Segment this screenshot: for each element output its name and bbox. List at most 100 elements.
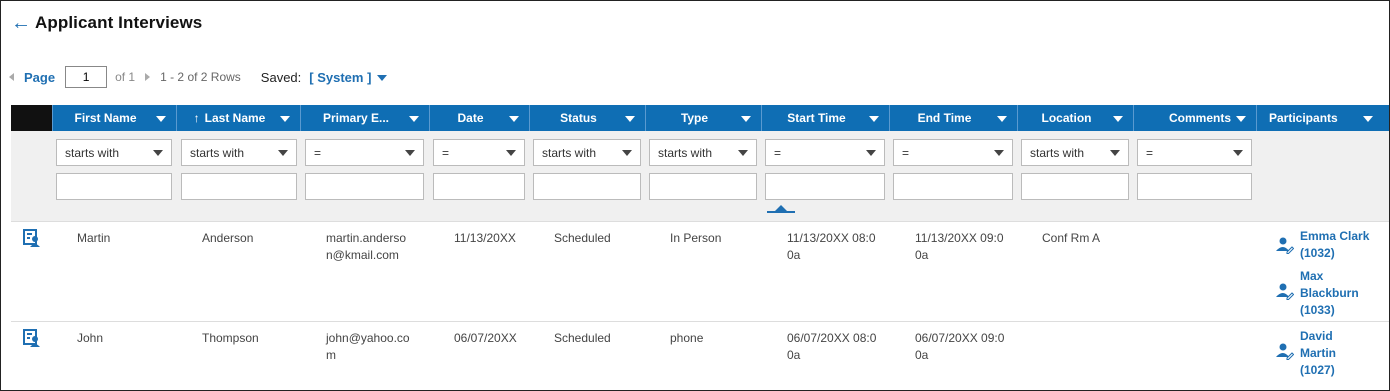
grid-header-row: First Name ↑ Last Name Primary E... Date …: [11, 105, 1389, 131]
type-filter-input[interactable]: [649, 173, 757, 200]
cell-location: Conf Rm A: [1042, 231, 1101, 245]
filter-operator-label: =: [774, 145, 782, 160]
cell-last-name: Thompson: [202, 331, 259, 345]
start-time-filter-input[interactable]: [765, 173, 885, 200]
column-menu-icon[interactable]: [156, 116, 166, 122]
comments-filter-input[interactable]: [1137, 173, 1252, 200]
page-label: Page: [24, 69, 56, 85]
column-header-label: Primary E...: [322, 111, 390, 125]
status-filter-input[interactable]: [533, 173, 641, 200]
email-line: m: [326, 348, 336, 362]
column-header-type[interactable]: Type: [645, 105, 761, 131]
column-menu-icon[interactable]: [280, 116, 290, 122]
last-name-filter-input[interactable]: [181, 173, 297, 200]
column-header-primary-email[interactable]: Primary E...: [300, 105, 429, 131]
person-view-icon[interactable]: [23, 329, 41, 347]
column-menu-icon[interactable]: [741, 116, 751, 122]
column-header-location[interactable]: Location: [1017, 105, 1133, 131]
status-filter-operator[interactable]: starts with: [533, 139, 641, 166]
person-view-icon[interactable]: [23, 229, 41, 247]
column-header-label: First Name: [74, 111, 137, 125]
column-header-label: Participants: [1269, 111, 1338, 125]
page-number-input[interactable]: [65, 66, 108, 88]
participant-link[interactable]: David Martin (1027): [1300, 328, 1380, 379]
time-line: 0a: [915, 348, 929, 362]
time-line: 06/07/20XX 08:0: [787, 331, 877, 345]
cell-start-time: 06/07/20XX 08:0 0a: [787, 330, 876, 364]
column-header-label: Last Name: [204, 111, 266, 125]
start-time-filter-operator[interactable]: =: [765, 139, 885, 166]
column-menu-icon[interactable]: [1236, 116, 1246, 122]
column-menu-icon[interactable]: [509, 116, 519, 122]
column-header-comments[interactable]: Comments: [1133, 105, 1256, 131]
previous-page-icon[interactable]: [9, 73, 14, 81]
column-header-label: Start Time: [787, 111, 846, 125]
person-edit-icon: [1276, 237, 1294, 254]
location-filter-operator[interactable]: starts with: [1021, 139, 1129, 166]
participant-line: Martin: [1300, 346, 1336, 360]
column-header-start-time[interactable]: Start Time: [761, 105, 889, 131]
participant-item[interactable]: David Martin (1027): [1276, 328, 1380, 379]
time-line: 11/13/20XX 09:0: [915, 231, 1004, 245]
participant-line: Blackburn: [1300, 286, 1359, 300]
saved-view-label: Saved:: [260, 69, 302, 85]
cell-end-time: 11/13/20XX 09:0 0a: [915, 230, 1004, 264]
participant-line: Max: [1300, 269, 1324, 283]
chevron-down-icon: [1233, 150, 1243, 156]
column-header-end-time[interactable]: End Time: [889, 105, 1017, 131]
last-name-filter-operator[interactable]: starts with: [181, 139, 297, 166]
time-line: 11/13/20XX 08:0: [787, 231, 876, 245]
column-header-status[interactable]: Status: [529, 105, 645, 131]
cell-primary-email: john@yahoo.co m: [326, 330, 410, 364]
cell-date: 06/07/20XX: [454, 331, 517, 345]
column-menu-icon[interactable]: [997, 116, 1007, 122]
location-filter-input[interactable]: [1021, 173, 1129, 200]
participant-line: Emma Clark: [1300, 229, 1370, 243]
column-menu-icon[interactable]: [1113, 116, 1123, 122]
column-header-label: Location: [1041, 111, 1092, 125]
cell-date: 11/13/20XX: [454, 231, 516, 245]
end-time-filter-operator[interactable]: =: [893, 139, 1013, 166]
next-page-icon[interactable]: [145, 73, 151, 81]
cell-type: phone: [670, 331, 704, 345]
column-menu-icon[interactable]: [869, 116, 879, 122]
participant-link[interactable]: Emma Clark (1032): [1300, 228, 1380, 262]
chevron-down-icon: [622, 150, 632, 156]
type-filter-operator[interactable]: starts with: [649, 139, 757, 166]
chevron-down-icon: [405, 150, 415, 156]
first-name-filter-input[interactable]: [56, 173, 172, 200]
participant-link[interactable]: Max Blackburn (1033): [1300, 268, 1380, 319]
date-filter-input[interactable]: [433, 173, 525, 200]
cell-end-time: 06/07/20XX 09:0 0a: [915, 330, 1004, 364]
primary-email-filter-input[interactable]: [305, 173, 424, 200]
column-menu-icon[interactable]: [409, 116, 419, 122]
first-name-filter-operator[interactable]: starts with: [56, 139, 172, 166]
column-header-participants[interactable]: Participants: [1256, 105, 1383, 131]
cell-last-name: Anderson: [202, 231, 254, 245]
filter-row: starts with starts with = = starts with …: [11, 131, 1389, 221]
table-row[interactable]: Martin Anderson martin.anderso n@kmail.co…: [11, 221, 1389, 322]
cell-status: Scheduled: [554, 231, 611, 245]
participant-item[interactable]: Max Blackburn (1033): [1276, 268, 1380, 319]
column-header-label: End Time: [917, 111, 972, 125]
back-arrow-icon[interactable]: ←: [11, 13, 35, 33]
table-row[interactable]: John Thompson john@yahoo.co m 06/07/20XX …: [11, 321, 1389, 390]
column-header-date[interactable]: Date: [429, 105, 529, 131]
date-filter-operator[interactable]: =: [433, 139, 525, 166]
saved-view-dropdown[interactable]: [ System ]: [309, 70, 388, 85]
person-edit-icon: [1276, 343, 1294, 360]
filter-operator-label: =: [1146, 145, 1154, 160]
participant-item[interactable]: Emma Clark (1032): [1276, 228, 1380, 262]
comments-filter-operator[interactable]: =: [1137, 139, 1252, 166]
column-menu-icon[interactable]: [1363, 116, 1373, 122]
end-time-filter-input[interactable]: [893, 173, 1013, 200]
cell-first-name: John: [77, 331, 104, 345]
page-count-text: of 1: [115, 70, 136, 84]
column-header-label: Comments: [1168, 111, 1231, 125]
column-header-first-name[interactable]: First Name: [52, 105, 176, 131]
email-line: martin.anderso: [326, 231, 407, 245]
column-header-last-name[interactable]: ↑ Last Name: [176, 105, 300, 131]
column-menu-icon[interactable]: [625, 116, 635, 122]
primary-email-filter-operator[interactable]: =: [305, 139, 424, 166]
column-resize-handle[interactable]: [767, 205, 795, 217]
